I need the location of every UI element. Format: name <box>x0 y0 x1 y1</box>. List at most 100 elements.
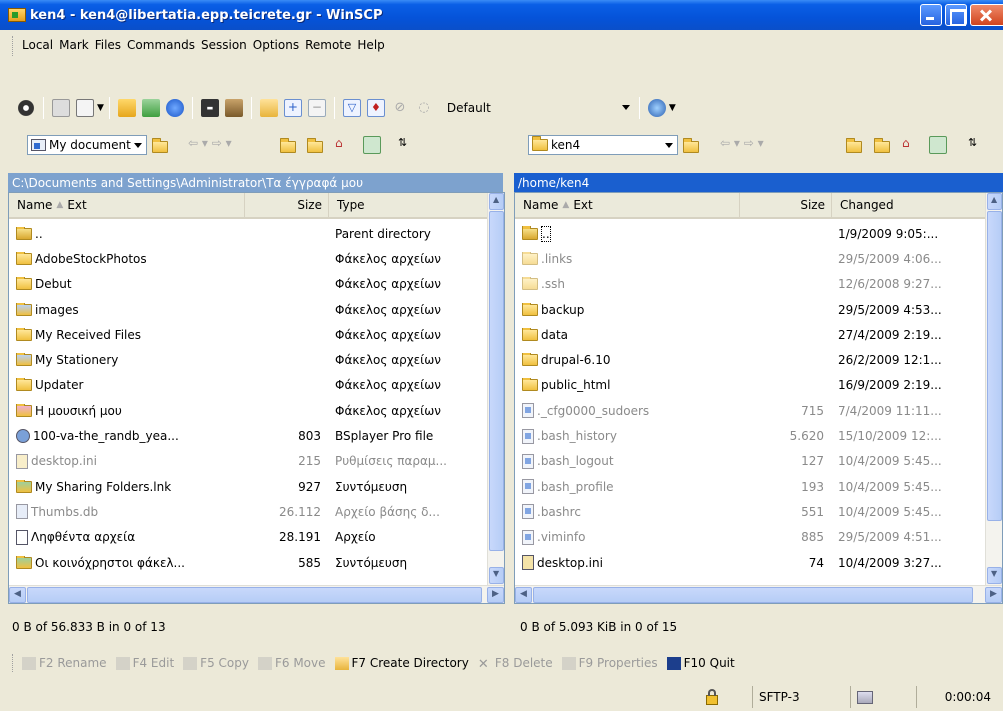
file-row[interactable]: My Sharing Folders.lnk 927 Συντόμευση <box>9 474 487 499</box>
transfer-settings-dropdown[interactable]: Default <box>444 98 634 118</box>
refresh-local-icon[interactable] <box>363 136 381 154</box>
find-files-icon[interactable]: ⇅ <box>398 136 407 149</box>
back-arrow-icon[interactable]: ⇦ ▾ ⇨ ▾ <box>188 136 232 150</box>
scroll-down-button[interactable]: ▼ <box>987 567 1002 584</box>
file-row[interactable]: Ληφθέντα αρχεία 28.191 Αρχείο <box>9 525 487 550</box>
local-file-panel[interactable]: Name ▲ Ext Size Type .. Parent directory Ado… <box>8 192 505 604</box>
file-row[interactable]: desktop.ini 74 10/4/2009 3:27... <box>515 550 986 575</box>
file-row[interactable]: public_html 16/9/2009 2:19... <box>515 373 986 398</box>
back-arrow-icon[interactable]: ⇦ ▾ ⇨ ▾ <box>720 136 764 150</box>
terminal-icon[interactable]: ▬ <box>200 99 219 117</box>
local-vertical-scrollbar[interactable]: ▲ ▼ <box>487 193 504 585</box>
maximize-button[interactable] <box>945 4 967 26</box>
fkey-button[interactable]: F5 Copy <box>183 656 249 670</box>
file-row[interactable]: Debut Φάκελος αρχείων <box>9 272 487 297</box>
menu-remote[interactable]: Remote <box>305 38 351 52</box>
remote-location-dropdown[interactable]: ken4 <box>528 135 678 155</box>
refresh-icon[interactable] <box>165 99 184 117</box>
title-bar[interactable]: ken4 - ken4@libertatia.epp.teicrete.gr -… <box>0 0 1003 30</box>
file-row[interactable]: data 27/4/2009 2:19... <box>515 322 986 347</box>
refresh-remote-icon[interactable] <box>929 136 947 154</box>
parent-directory-icon[interactable] <box>280 138 296 153</box>
file-row[interactable]: My Stationery Φάκελος αρχείων <box>9 347 487 372</box>
queue-icon[interactable] <box>141 99 160 117</box>
remote-horizontal-scrollbar[interactable]: ◀ ▶ <box>515 585 1002 603</box>
synchronize-icon[interactable] <box>76 99 94 117</box>
file-row[interactable]: Updater Φάκελος αρχείων <box>9 373 487 398</box>
compare-directories-icon[interactable] <box>117 99 136 117</box>
remote-file-panel[interactable]: Name ▲ Ext Size Changed .. 1/9/2009 9:05:..… <box>514 192 1003 604</box>
file-row[interactable]: images Φάκελος αρχείων <box>9 297 487 322</box>
scroll-right-button[interactable]: ▶ <box>487 587 504 603</box>
scroll-left-button[interactable]: ◀ <box>9 587 26 603</box>
file-row[interactable]: desktop.ini 215 Ρυθμίσεις παραμ... <box>9 449 487 474</box>
menu-files[interactable]: Files <box>95 38 121 52</box>
local-location-dropdown[interactable]: My document <box>27 135 147 155</box>
file-row[interactable]: .bash_profile 193 10/4/2009 5:45... <box>515 474 986 499</box>
column-name[interactable]: Name ▲ Ext <box>9 193 245 217</box>
file-row[interactable]: Οι κοινόχρηστοι φάκελ... 585 Συντόμευση <box>9 550 487 575</box>
parent-directory-icon[interactable] <box>846 138 862 153</box>
menu-session[interactable]: Session <box>201 38 247 52</box>
file-row[interactable]: .bash_logout 127 10/4/2009 5:45... <box>515 449 986 474</box>
scroll-down-button[interactable]: ▼ <box>489 567 504 584</box>
fkey-button[interactable]: F2 Rename <box>22 656 107 670</box>
local-horizontal-scrollbar[interactable]: ◀ ▶ <box>9 585 504 603</box>
file-row[interactable]: ._cfg0000_sudoers 715 7/4/2009 11:11... <box>515 398 986 423</box>
minimize-button[interactable] <box>920 4 942 26</box>
column-name[interactable]: Name ▲ Ext <box>515 193 740 217</box>
scroll-up-button[interactable]: ▲ <box>489 193 504 210</box>
scroll-thumb[interactable] <box>533 587 973 603</box>
transfer-options-icon[interactable] <box>647 99 666 117</box>
scroll-thumb[interactable] <box>27 587 482 603</box>
menu-commands[interactable]: Commands <box>127 38 195 52</box>
file-row[interactable]: .bash_history 5.620 15/10/2009 12:... <box>515 423 986 448</box>
remote-vertical-scrollbar[interactable]: ▲ ▼ <box>985 193 1002 585</box>
file-row[interactable]: .viminfo 885 29/5/2009 4:51... <box>515 525 986 550</box>
chevron-down-icon[interactable]: ▼ <box>669 103 676 113</box>
file-row[interactable]: AdobeStockPhotos Φάκελος αρχείων <box>9 246 487 271</box>
remote-path-bar[interactable]: /home/ken4 <box>514 173 1003 192</box>
chevron-down-icon[interactable]: ▼ <box>97 103 104 113</box>
menu-help[interactable]: Help <box>357 38 384 52</box>
home-icon[interactable]: ⌂ <box>335 136 343 150</box>
clear-selection-icon[interactable]: ⊘ <box>391 99 409 117</box>
root-directory-icon[interactable] <box>307 138 323 153</box>
file-row[interactable]: 100-va-the_randb_yea... 803 BSplayer Pro f… <box>9 423 487 448</box>
console-icon[interactable] <box>52 99 70 117</box>
invert-selection-icon[interactable]: ♦ <box>366 99 385 117</box>
restore-selection-icon[interactable]: ◌ <box>415 99 433 117</box>
close-button[interactable] <box>970 4 1003 26</box>
file-row[interactable]: Η μουσική μου Φάκελος αρχείων <box>9 398 487 423</box>
unselect-icon[interactable]: − <box>307 99 326 117</box>
fkey-button[interactable]: F7 Create Directory <box>334 656 469 670</box>
menu-local[interactable]: Local <box>22 38 53 52</box>
root-directory-icon[interactable] <box>874 138 890 153</box>
putty-icon[interactable] <box>224 99 243 117</box>
filter-icon[interactable]: ▽ <box>342 99 361 117</box>
column-size[interactable]: Size <box>245 193 329 217</box>
scroll-thumb[interactable] <box>987 211 1002 521</box>
select-all-icon[interactable]: + <box>283 99 302 117</box>
home-icon[interactable]: ⌂ <box>902 136 910 150</box>
file-row[interactable]: .. Parent directory <box>9 221 487 246</box>
file-row[interactable]: drupal-6.10 26/2/2009 12:1... <box>515 347 986 372</box>
file-row[interactable]: backup 29/5/2009 4:53... <box>515 297 986 322</box>
scroll-up-button[interactable]: ▲ <box>987 193 1002 210</box>
local-path-bar[interactable]: C:\Documents and Settings\Administrator\… <box>8 173 503 192</box>
fkey-button[interactable]: F6 Move <box>257 656 326 670</box>
file-row[interactable]: .bashrc 551 10/4/2009 5:45... <box>515 499 986 524</box>
keep-remote-up-to-date-icon[interactable] <box>259 99 278 117</box>
menu-options[interactable]: Options <box>253 38 299 52</box>
file-row[interactable]: Thumbs.db 26.112 Αρχείο βάσης δ... <box>9 499 487 524</box>
fkey-button[interactable]: ✕ F8 Delete <box>478 656 553 672</box>
scroll-right-button[interactable]: ▶ <box>985 587 1002 603</box>
fkey-button[interactable]: F9 Properties <box>561 656 658 670</box>
column-type[interactable]: Type <box>329 193 488 217</box>
find-files-icon[interactable]: ⇅ <box>968 136 977 149</box>
file-row[interactable]: My Received Files Φάκελος αρχείων <box>9 322 487 347</box>
open-directory-icon[interactable] <box>683 138 699 153</box>
column-size[interactable]: Size <box>740 193 832 217</box>
column-changed[interactable]: Changed <box>832 193 987 217</box>
fkey-button[interactable]: F10 Quit <box>666 656 735 670</box>
